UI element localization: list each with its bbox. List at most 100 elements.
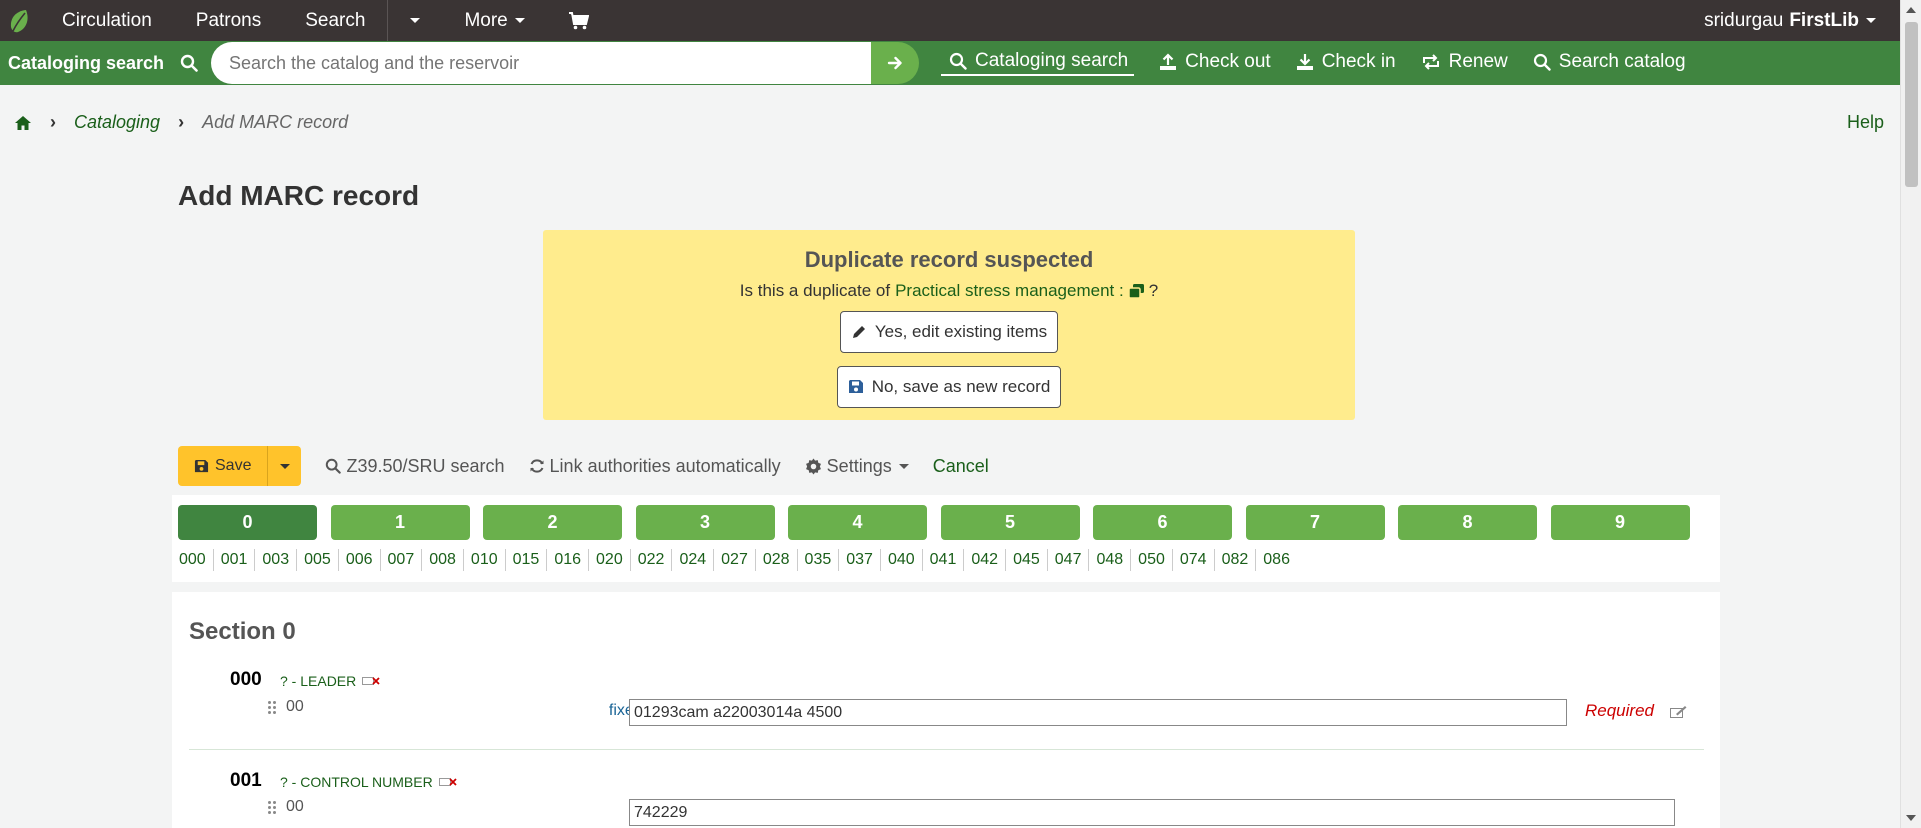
link-check-out[interactable]: Check out bbox=[1159, 51, 1271, 75]
chevron-down-icon bbox=[514, 18, 525, 23]
field-tag-link-086[interactable]: 086 bbox=[1256, 549, 1297, 571]
field-tag-link-006[interactable]: 006 bbox=[339, 549, 381, 571]
field-tag-link-015[interactable]: 015 bbox=[506, 549, 548, 571]
tab-5[interactable]: 5 bbox=[940, 505, 1080, 540]
tab-1[interactable]: 1 bbox=[330, 505, 470, 540]
field-tag-link-008[interactable]: 008 bbox=[422, 549, 464, 571]
field-tag-link-000[interactable]: 000 bbox=[178, 549, 214, 571]
breadcrumb-cataloging[interactable]: Cataloging bbox=[74, 112, 160, 133]
field-tag-link-016[interactable]: 016 bbox=[547, 549, 590, 571]
gear-icon bbox=[805, 458, 821, 474]
scroll-up-arrow-icon[interactable] bbox=[1906, 7, 1916, 13]
tab-2[interactable]: 2 bbox=[483, 505, 622, 540]
duplicate-record-link[interactable]: Practical stress management : bbox=[895, 281, 1124, 301]
field-tag-link-040[interactable]: 040 bbox=[881, 549, 923, 571]
field-tag-link-020[interactable]: 020 bbox=[589, 549, 631, 571]
field-tag-link-022[interactable]: 022 bbox=[631, 549, 673, 571]
breadcrumb-current: Add MARC record bbox=[202, 112, 349, 132]
link-authorities-button[interactable]: Link authorities automatically bbox=[529, 456, 781, 477]
delete-field-icon[interactable] bbox=[362, 675, 380, 687]
z3950-label: Z39.50/SRU search bbox=[346, 455, 505, 476]
delete-field-icon[interactable] bbox=[438, 776, 457, 788]
chevron-down-icon bbox=[410, 18, 421, 23]
nav-patrons[interactable]: Patrons bbox=[174, 0, 283, 41]
save-button[interactable]: Save bbox=[178, 446, 268, 486]
user-name: sridurgau bbox=[1704, 9, 1784, 31]
scroll-down-arrow-icon[interactable] bbox=[1906, 815, 1916, 821]
z3950-search-button[interactable]: Z39.50/SRU search bbox=[325, 455, 505, 477]
help-link[interactable]: Help bbox=[1847, 112, 1884, 133]
cart-button[interactable] bbox=[547, 0, 611, 41]
save-as-new-record-button[interactable]: No, save as new record bbox=[836, 366, 1062, 408]
field-tag-link-010[interactable]: 010 bbox=[464, 549, 506, 571]
settings-dropdown[interactable]: Settings bbox=[805, 456, 909, 477]
link-renew[interactable]: Renew bbox=[1421, 51, 1508, 75]
field-tag-link-047[interactable]: 047 bbox=[1048, 549, 1090, 571]
link-search-catalog[interactable]: Search catalog bbox=[1533, 51, 1686, 75]
field-tag-link-024[interactable]: 024 bbox=[672, 549, 715, 571]
tab-8[interactable]: 8 bbox=[1398, 505, 1537, 540]
field-tag-link-001[interactable]: 001 bbox=[214, 549, 256, 571]
scroll-thumb[interactable] bbox=[1905, 22, 1918, 187]
tab-0[interactable]: 0 bbox=[178, 505, 317, 540]
field-tag-link-045[interactable]: 045 bbox=[1006, 549, 1048, 571]
field-tag-link-037[interactable]: 037 bbox=[839, 549, 881, 571]
tab-3[interactable]: 3 bbox=[635, 505, 775, 540]
nav-search[interactable]: Search bbox=[283, 0, 387, 41]
field-tag-link-074[interactable]: 074 bbox=[1173, 549, 1215, 571]
field-tag-link-048[interactable]: 048 bbox=[1089, 549, 1132, 571]
field-tag-link-007[interactable]: 007 bbox=[381, 549, 423, 571]
marc-section: Section 0 000 ? - LEADER 00 fixed length… bbox=[172, 592, 1720, 828]
tab-4[interactable]: 4 bbox=[788, 505, 927, 540]
search-type-selector[interactable]: Cataloging search bbox=[0, 53, 211, 74]
field-tag-link-082[interactable]: 082 bbox=[1215, 549, 1257, 571]
record-toolbar: Save Z39.50/SRU search Link authorities … bbox=[178, 446, 989, 486]
renew-icon bbox=[1422, 54, 1439, 70]
field-label-link[interactable]: ? - CONTROL NUMBER bbox=[280, 774, 457, 790]
field-label: ? - CONTROL NUMBER bbox=[280, 774, 433, 790]
field-tag-link-050[interactable]: 050 bbox=[1131, 549, 1173, 571]
search-submit-button[interactable] bbox=[871, 42, 919, 84]
field-tag-link-005[interactable]: 005 bbox=[297, 549, 339, 571]
field-label-link[interactable]: ? - LEADER bbox=[280, 673, 380, 689]
field-tag-link-028[interactable]: 028 bbox=[756, 549, 798, 571]
catalog-search-input[interactable] bbox=[211, 42, 883, 84]
page-scrollbar[interactable] bbox=[1900, 0, 1921, 828]
alert-heading: Duplicate record suspected bbox=[804, 247, 1094, 272]
edit-existing-items-button[interactable]: Yes, edit existing items bbox=[839, 311, 1059, 353]
home-icon[interactable] bbox=[14, 115, 32, 131]
koha-logo-icon[interactable] bbox=[0, 0, 40, 41]
nav-more[interactable]: More bbox=[442, 0, 546, 41]
nav-circulation[interactable]: Circulation bbox=[40, 0, 174, 41]
drag-handle-icon[interactable] bbox=[268, 800, 276, 814]
link-label: Renew bbox=[1448, 51, 1508, 72]
link-authorities-label: Link authorities automatically bbox=[549, 455, 781, 476]
link-label: Search catalog bbox=[1558, 51, 1686, 72]
field-tag-link-027[interactable]: 027 bbox=[714, 549, 756, 571]
field-tag-link-003[interactable]: 003 bbox=[255, 549, 298, 571]
subfield-code: 00 bbox=[268, 698, 304, 716]
tab-7[interactable]: 7 bbox=[1245, 505, 1385, 540]
arrow-right-icon bbox=[887, 56, 902, 70]
required-label: Required bbox=[1585, 701, 1654, 720]
tab-6[interactable]: 6 bbox=[1093, 505, 1232, 540]
copy-window-icon[interactable] bbox=[1127, 283, 1145, 299]
subfield-code: 00 bbox=[268, 798, 304, 816]
cancel-link[interactable]: Cancel bbox=[933, 456, 989, 477]
leader-input[interactable] bbox=[629, 699, 1567, 726]
field-tag-link-041[interactable]: 041 bbox=[923, 549, 965, 571]
field-tag-link-035[interactable]: 035 bbox=[798, 549, 840, 571]
chevron-down-icon bbox=[279, 463, 290, 469]
user-menu[interactable]: sridurgau FirstLib bbox=[1704, 10, 1900, 32]
search-dropdown-toggle[interactable] bbox=[388, 0, 442, 41]
floppy-disk-icon bbox=[194, 459, 209, 472]
drag-handle-icon[interactable] bbox=[268, 700, 276, 714]
field-tag-link-042[interactable]: 042 bbox=[964, 549, 1007, 571]
link-check-in[interactable]: Check in bbox=[1296, 51, 1396, 75]
nav-more-label: More bbox=[464, 9, 508, 31]
edit-value-icon[interactable] bbox=[1670, 705, 1687, 718]
control-number-input[interactable] bbox=[629, 799, 1675, 826]
tab-9[interactable]: 9 bbox=[1550, 505, 1690, 540]
save-options-dropdown[interactable] bbox=[267, 446, 302, 486]
link-cataloging-search[interactable]: Cataloging search bbox=[941, 50, 1135, 76]
